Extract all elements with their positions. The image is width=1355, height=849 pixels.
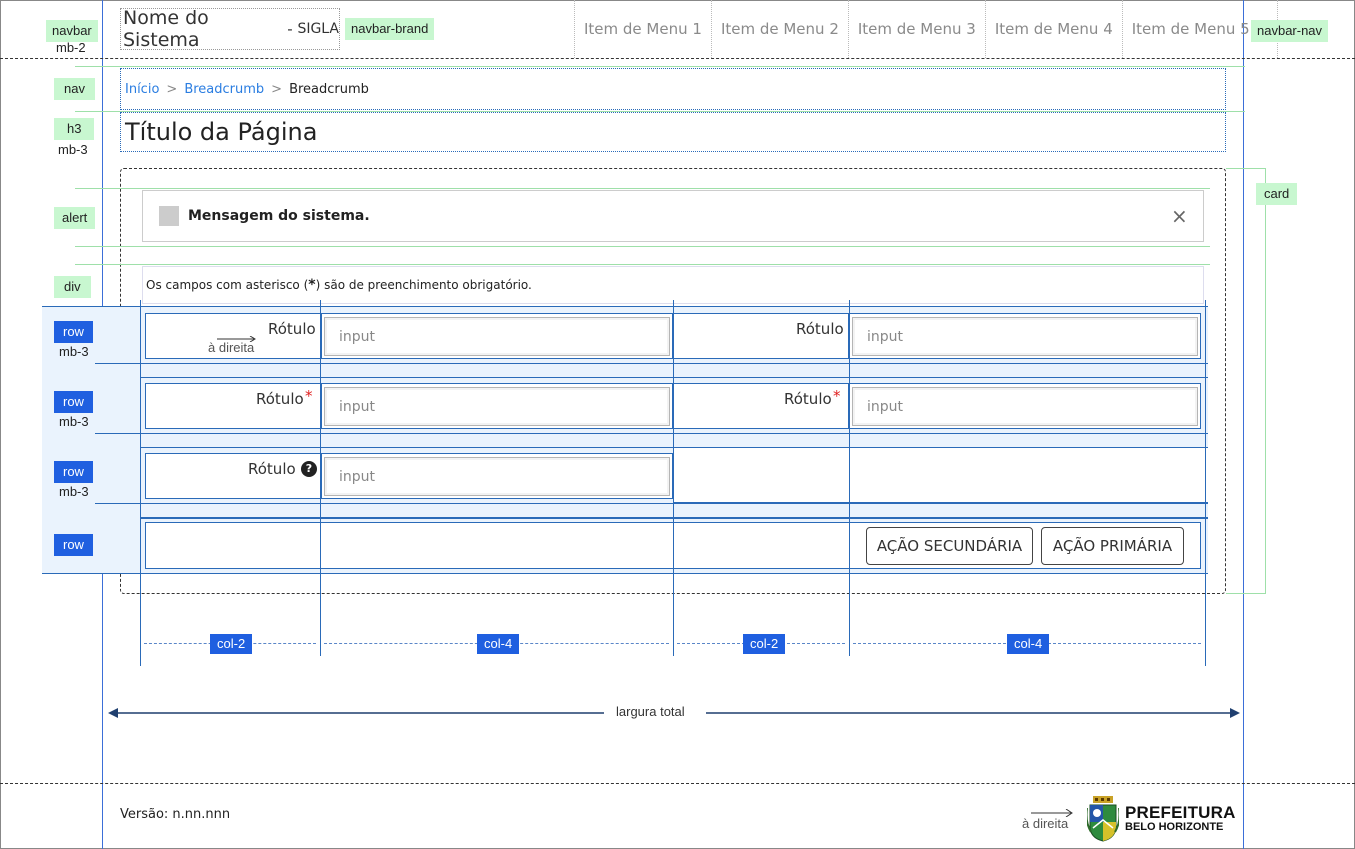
navbar-separator (0, 58, 1355, 59)
input-field[interactable]: input (324, 387, 670, 426)
col-guide-line (1205, 300, 1206, 666)
card-guide (1226, 168, 1266, 594)
footer-right-note: à direita (1022, 816, 1069, 831)
menu-item-1[interactable]: Item de Menu 1 (574, 0, 711, 58)
close-icon[interactable]: × (1171, 204, 1188, 228)
input-field[interactable]: input (852, 387, 1198, 426)
page-title: Título da Página (125, 118, 318, 146)
col-tag: col-4 (477, 634, 520, 654)
h3-tag: h3 (54, 118, 95, 140)
logo-line-1: PREFEITURA (1125, 803, 1236, 823)
breadcrumb-link[interactable]: Breadcrumb (184, 82, 264, 97)
required-note: Os campos com asterisco (*) são de preen… (142, 266, 1204, 304)
footer-separator (0, 783, 1355, 784)
col-guide-line (849, 300, 850, 656)
alert-tag: alert (54, 207, 96, 229)
row-2-label-2: Rótulo (784, 390, 832, 408)
logo-text: PREFEITURA BELO HORIZONTE (1125, 804, 1236, 833)
col-tag: col-2 (210, 634, 253, 654)
row-separator (95, 433, 1208, 434)
div-guide-top (75, 264, 1210, 265)
navbar-spacing-label: mb-2 (56, 40, 86, 55)
row-3-empty-cell (673, 448, 1208, 503)
row-spacing-label: mb-3 (59, 484, 89, 499)
menu-item-2[interactable]: Item de Menu 2 (710, 0, 848, 58)
primary-action-button[interactable]: AÇÃO PRIMÁRIA (1041, 527, 1184, 565)
row-separator (95, 363, 1208, 364)
navbar-nav-tag: navbar-nav (1251, 20, 1329, 42)
total-width-label: largura total (616, 704, 685, 719)
col-tag: col-4 (1007, 634, 1050, 654)
alert-message: Mensagem do sistema. (188, 208, 370, 224)
card-tag: card (1256, 183, 1298, 205)
row-tag: row (54, 461, 93, 483)
col-tag: col-2 (743, 634, 786, 654)
alert-guide-top (75, 188, 1210, 189)
breadcrumb-home[interactable]: Início (125, 82, 159, 97)
row-separator (95, 503, 1208, 504)
breadcrumb-separator: > (166, 81, 178, 97)
breadcrumb: Início > Breadcrumb > Breadcrumb (120, 68, 1226, 110)
menu-item-4[interactable]: Item de Menu 4 (984, 0, 1122, 58)
secondary-action-button[interactable]: AÇÃO SECUNDÁRIA (866, 527, 1033, 565)
input-field[interactable]: input (852, 317, 1198, 356)
row-1-label-2: Rótulo (796, 320, 844, 338)
row-1-label-1: Rótulo (268, 320, 316, 338)
arrow-right-icon (1031, 802, 1073, 818)
h3-guide-line (75, 111, 1245, 112)
city-coat-of-arms-icon (1085, 796, 1121, 842)
brand-name: Nome do Sistema (123, 7, 209, 51)
div-tag: div (54, 276, 91, 298)
col-guide-line (320, 300, 321, 656)
logo-line-2: BELO HORIZONTE (1125, 821, 1224, 834)
nav-tag: nav (54, 78, 95, 100)
arrow-right-icon (217, 327, 257, 343)
row-separator (42, 306, 1208, 307)
required-asterisk: * (305, 387, 313, 405)
navbar-nav: Item de Menu 1 Item de Menu 2 Item de Me… (574, 0, 1278, 58)
navbar-brand-tag: navbar-brand (345, 18, 435, 40)
alert-icon (159, 206, 179, 226)
input-field[interactable]: input (324, 317, 670, 356)
pbh-logo[interactable]: PREFEITURA BELO HORIZONTE (1085, 796, 1235, 842)
row-tag: row (54, 391, 93, 413)
col-guide-line (673, 300, 674, 656)
footer-version: Versão: n.nn.nnn (120, 807, 231, 822)
row-spacing-label: mb-3 (59, 414, 89, 429)
breadcrumb-separator: > (271, 81, 283, 97)
breadcrumb-current: Breadcrumb (289, 81, 369, 97)
menu-item-3[interactable]: Item de Menu 3 (847, 0, 985, 58)
navbar-tag: navbar (46, 20, 98, 42)
row-spacing-label: mb-3 (59, 344, 89, 359)
input-field[interactable]: input (324, 457, 670, 496)
row-tag: row (54, 534, 93, 556)
row-tag: row (54, 321, 93, 343)
row-separator (42, 573, 1208, 574)
col-guide-line (140, 300, 141, 666)
brand-sigla: SIGLA (297, 21, 339, 37)
brand-separator: - (282, 20, 298, 38)
nav-guide-line (75, 66, 1245, 67)
page-title-box: Título da Página (120, 112, 1226, 152)
right-align-note: à direita (208, 340, 255, 355)
required-asterisk: * (833, 387, 841, 405)
alert-guide-bottom (75, 246, 1210, 247)
row-2-label-1: Rótulo (256, 390, 304, 408)
title-spacing-label: mb-3 (58, 142, 88, 157)
navbar-brand[interactable]: Nome do Sistema - SIGLA (120, 7, 340, 51)
alert: Mensagem do sistema. (142, 190, 1204, 242)
help-icon[interactable]: ? (301, 461, 317, 477)
row-3-label-1: Rótulo (248, 460, 296, 478)
